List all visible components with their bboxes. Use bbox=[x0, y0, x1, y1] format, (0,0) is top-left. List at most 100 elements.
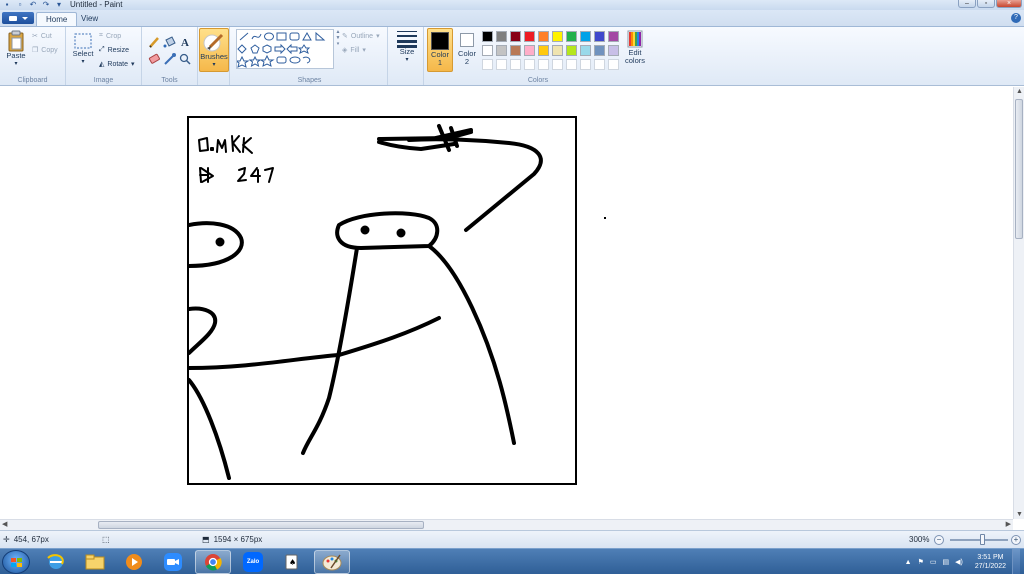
color2-label-b: 2 bbox=[464, 57, 470, 66]
palette-swatch[interactable] bbox=[594, 45, 605, 56]
drawing-canvas[interactable] bbox=[187, 116, 577, 485]
maximize-button[interactable]: ▫ bbox=[977, 0, 995, 8]
palette-swatch[interactable] bbox=[510, 45, 521, 56]
palette-swatch[interactable] bbox=[608, 45, 619, 56]
palette-swatch[interactable] bbox=[552, 31, 563, 42]
show-desktop-button[interactable] bbox=[1012, 549, 1020, 574]
canvas-resize-dot[interactable] bbox=[604, 217, 606, 219]
vertical-scrollbar[interactable]: ▲ ▼ bbox=[1013, 87, 1024, 519]
palette-swatch[interactable] bbox=[566, 59, 577, 70]
horizontal-scrollbar[interactable]: ◀ ▶ bbox=[0, 519, 1013, 530]
palette-swatch[interactable] bbox=[538, 31, 549, 42]
crosshair-icon: ✛ bbox=[3, 535, 10, 544]
copy-button[interactable]: ❐ Copy bbox=[32, 46, 58, 55]
palette-swatch[interactable] bbox=[538, 45, 549, 56]
palette-swatch[interactable] bbox=[594, 31, 605, 42]
scroll-down-icon[interactable]: ▼ bbox=[1016, 511, 1023, 518]
palette-swatch[interactable] bbox=[524, 45, 535, 56]
vertical-scroll-thumb[interactable] bbox=[1015, 99, 1023, 239]
save-icon[interactable]: ▫ bbox=[15, 1, 25, 9]
paste-button[interactable]: Paste ▾ bbox=[4, 30, 28, 68]
paint-menu-icon[interactable]: ▪ bbox=[2, 1, 12, 9]
size-button[interactable]: Size ▾ bbox=[393, 30, 421, 64]
fill-icon[interactable] bbox=[163, 36, 176, 48]
media-player-icon[interactable] bbox=[116, 550, 152, 574]
shapes-gallery[interactable] bbox=[234, 29, 334, 69]
magnifier-icon[interactable] bbox=[179, 53, 191, 65]
zoom-slider[interactable] bbox=[950, 539, 1008, 541]
text-icon[interactable]: A bbox=[181, 37, 189, 49]
cut-button[interactable]: ✂ Cut bbox=[32, 32, 52, 41]
rotate-button[interactable]: ◭ Rotate ▾ bbox=[99, 60, 135, 69]
horizontal-scroll-thumb[interactable] bbox=[98, 521, 424, 529]
zoom-out-button[interactable]: − bbox=[934, 535, 944, 545]
paint-icon[interactable] bbox=[314, 550, 350, 574]
brushes-button[interactable]: Brushes ▾ bbox=[199, 28, 229, 72]
pencil-icon[interactable] bbox=[149, 37, 159, 48]
palette-swatch[interactable] bbox=[496, 45, 507, 56]
crop-button[interactable]: ⌗ Crop bbox=[99, 32, 121, 40]
chrome-icon[interactable] bbox=[195, 550, 231, 574]
tab-view[interactable]: View bbox=[72, 12, 107, 26]
action-center-icon[interactable]: ⚑ bbox=[918, 558, 924, 566]
edit-colors-button[interactable]: Edit colors bbox=[622, 29, 648, 65]
palette-swatch[interactable] bbox=[552, 59, 563, 70]
palette-swatch[interactable] bbox=[496, 59, 507, 70]
select-button[interactable]: Select ▾ bbox=[71, 32, 95, 66]
palette-swatch[interactable] bbox=[524, 59, 535, 70]
palette-swatch[interactable] bbox=[510, 31, 521, 42]
palette-swatch[interactable] bbox=[510, 59, 521, 70]
tray-expand-icon[interactable]: ▲ bbox=[905, 559, 912, 566]
close-button[interactable]: × bbox=[996, 0, 1022, 8]
clock[interactable]: 3:51 PM 27/1/2022 bbox=[975, 553, 1006, 571]
palette-swatch[interactable] bbox=[566, 31, 577, 42]
color1-button[interactable]: Color 1 bbox=[427, 28, 453, 72]
eraser-icon[interactable] bbox=[148, 53, 160, 64]
palette-swatch[interactable] bbox=[496, 31, 507, 42]
shapes-scroll[interactable]: ▲ ▼ ▾ bbox=[335, 29, 341, 69]
customize-qat-icon[interactable]: ▾ bbox=[54, 1, 64, 9]
redo-icon[interactable]: ↷ bbox=[41, 1, 51, 9]
title-bar: ▪ ▫ ↶ ↷ ▾ Untitled - Paint – ▫ × bbox=[0, 0, 1024, 10]
palette-swatch[interactable] bbox=[482, 31, 493, 42]
palette-swatch[interactable] bbox=[482, 59, 493, 70]
palette-swatch[interactable] bbox=[524, 31, 535, 42]
zoom-slider-thumb[interactable] bbox=[980, 534, 985, 545]
scroll-left-icon[interactable]: ◀ bbox=[2, 520, 7, 528]
undo-icon[interactable]: ↶ bbox=[28, 1, 38, 9]
palette-swatch[interactable] bbox=[580, 45, 591, 56]
palette-swatch[interactable] bbox=[608, 59, 619, 70]
fill-button[interactable]: ◈ Fill ▾ bbox=[342, 46, 366, 55]
scroll-up-icon[interactable]: ▲ bbox=[1016, 88, 1023, 95]
zoom-icon[interactable] bbox=[155, 550, 191, 574]
volume-icon[interactable]: ◀) bbox=[955, 558, 963, 566]
zalo-icon[interactable]: Zalo bbox=[235, 550, 271, 574]
internet-explorer-icon[interactable] bbox=[38, 550, 74, 574]
start-button[interactable] bbox=[2, 550, 30, 574]
resize-button[interactable]: ⤢ Resize bbox=[99, 46, 129, 54]
monitor-icon[interactable]: ▭ bbox=[930, 558, 937, 566]
palette-swatch[interactable] bbox=[580, 59, 591, 70]
solitaire-icon[interactable]: ♠ bbox=[274, 550, 310, 574]
palette-swatch[interactable] bbox=[594, 59, 605, 70]
color2-button[interactable]: Color 2 bbox=[455, 28, 479, 72]
fill-label: Fill bbox=[350, 46, 360, 54]
outline-label: Outline bbox=[350, 32, 374, 40]
palette-swatch[interactable] bbox=[538, 59, 549, 70]
file-menu-button[interactable] bbox=[2, 12, 34, 24]
crop-icon: ⌗ bbox=[99, 32, 103, 39]
palette-swatch[interactable] bbox=[608, 31, 619, 42]
palette-swatch[interactable] bbox=[580, 31, 591, 42]
canvas-workspace[interactable] bbox=[0, 87, 1013, 519]
file-explorer-icon[interactable] bbox=[77, 550, 113, 574]
zoom-in-button[interactable]: + bbox=[1011, 535, 1021, 545]
outline-button[interactable]: ✎ Outline ▾ bbox=[342, 32, 380, 41]
palette-swatch[interactable] bbox=[552, 45, 563, 56]
palette-swatch[interactable] bbox=[566, 45, 577, 56]
network-icon[interactable]: ▤ bbox=[943, 558, 950, 566]
scroll-right-icon[interactable]: ▶ bbox=[1006, 520, 1011, 528]
minimize-button[interactable]: – bbox=[958, 0, 976, 8]
color-picker-icon[interactable] bbox=[164, 53, 176, 65]
help-icon[interactable]: ? bbox=[1011, 13, 1021, 23]
palette-swatch[interactable] bbox=[482, 45, 493, 56]
